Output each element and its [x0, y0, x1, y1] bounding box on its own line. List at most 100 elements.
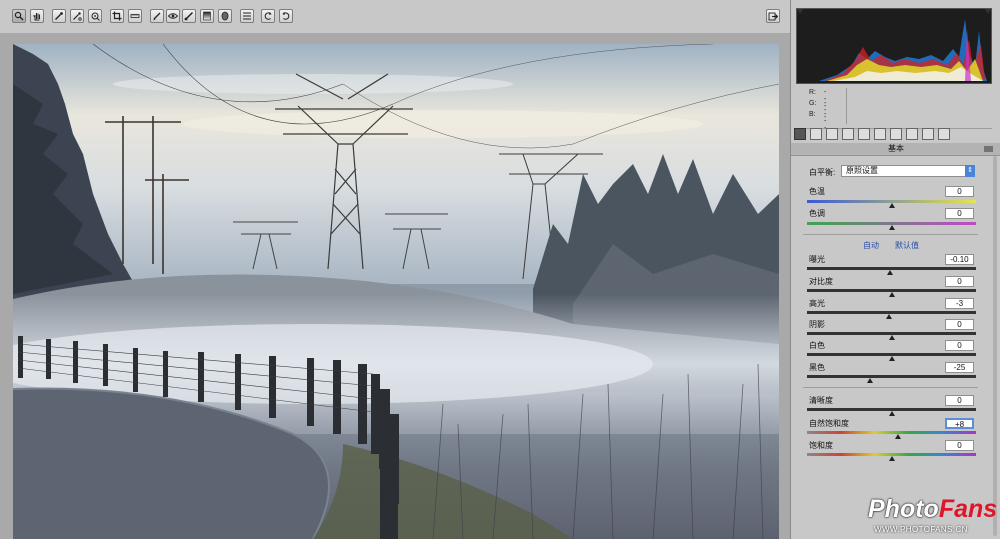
- graduated-filter-tool-button[interactable]: [200, 9, 214, 23]
- r-label: R:: [809, 89, 816, 96]
- rgb-divider: [846, 88, 847, 124]
- saturation-slider-thumb[interactable]: [888, 456, 895, 461]
- whites-value[interactable]: 0: [945, 340, 974, 351]
- shadows-slider-thumb[interactable]: [888, 335, 895, 340]
- panel-tabs: [791, 126, 1000, 144]
- preferences-button[interactable]: [240, 9, 254, 23]
- watermark-logo: PhotoFans: [868, 496, 997, 522]
- brush-icon: [153, 12, 161, 21]
- watermark-url: WWW.PHOTOFANS.CN: [874, 525, 968, 534]
- blacks-slider-thumb[interactable]: [867, 378, 874, 383]
- exposure-value[interactable]: -0.10: [945, 254, 974, 265]
- panel-menu-icon[interactable]: [984, 146, 993, 152]
- clarity-slider-thumb[interactable]: [888, 411, 895, 416]
- tint-slider-thumb[interactable]: [888, 225, 895, 230]
- tab-presets[interactable]: [922, 128, 934, 140]
- default-button[interactable]: 默认值: [895, 240, 919, 251]
- highlights-slider-thumb[interactable]: [885, 314, 892, 319]
- watermark-brand-b: Fans: [938, 495, 998, 523]
- histogram-graph: [797, 9, 991, 81]
- radial-filter-tool-button[interactable]: [218, 9, 232, 23]
- whites-slider-thumb[interactable]: [888, 356, 895, 361]
- preview-image[interactable]: [13, 44, 779, 539]
- hand-icon: [33, 13, 40, 21]
- saturation-value[interactable]: 0: [945, 440, 974, 451]
- rgb-r-row: R: ---: [809, 89, 826, 110]
- blacks-value[interactable]: -25: [945, 362, 974, 373]
- tab-detail[interactable]: [826, 128, 838, 140]
- exposure-label: 曝光: [809, 255, 825, 264]
- adjustment-brush-tool-button[interactable]: [182, 9, 196, 23]
- color-sampler-icon: [73, 12, 82, 21]
- hand-tool-button[interactable]: [30, 9, 44, 23]
- white-balance-select[interactable]: 原照设置 ⇕: [841, 165, 975, 177]
- adjustment-brush-icon: [184, 11, 194, 21]
- rgb-b-row: B:---: [809, 111, 826, 132]
- shadows-value[interactable]: 0: [945, 319, 974, 330]
- straighten-icon: [130, 14, 140, 18]
- vibrance-value[interactable]: +8: [945, 418, 974, 429]
- clarity-value[interactable]: 0: [945, 395, 974, 406]
- targeted-adjustment-tool-button[interactable]: [88, 9, 102, 23]
- magnifier-icon: [14, 11, 24, 21]
- tab-camera-calibration[interactable]: [906, 128, 918, 140]
- temperature-label: 色温: [809, 187, 825, 196]
- tab-tone-curve[interactable]: [810, 128, 822, 140]
- g-label: G:: [809, 100, 817, 107]
- vibrance-slider-thumb[interactable]: [895, 434, 902, 439]
- shadows-label: 阴影: [809, 320, 825, 329]
- right-panel: R:--- G:--- B:--- 基本 白平衡: 原照设置 ⇕ 色温 0 色调…: [790, 0, 1000, 539]
- rgb-g-row: G: ---: [809, 100, 826, 121]
- tint-value[interactable]: 0: [945, 208, 974, 219]
- tab-hsl[interactable]: [842, 128, 854, 140]
- vibrance-label: 自然饱和度: [809, 419, 849, 428]
- temperature-value[interactable]: 0: [945, 186, 974, 197]
- open-in-photoshop-button[interactable]: [766, 9, 780, 23]
- rotate-ccw-button[interactable]: [261, 9, 275, 23]
- crop-icon: [112, 11, 122, 21]
- white-balance-value: 原照设置: [846, 166, 878, 175]
- panel-title: 基本: [791, 143, 1000, 156]
- highlight-clipping-warning-icon[interactable]: [985, 9, 991, 14]
- tint-label: 色调: [809, 209, 825, 218]
- blacks-slider[interactable]: [807, 375, 976, 378]
- histogram: [796, 8, 992, 84]
- temperature-slider-thumb[interactable]: [888, 203, 895, 208]
- zoom-tool-button[interactable]: [12, 9, 26, 23]
- toolbar: [0, 0, 790, 34]
- radial-filter-icon: [221, 11, 229, 21]
- highlights-label: 高光: [809, 299, 825, 308]
- graduated-filter-icon: [203, 11, 211, 21]
- red-eye-icon: [168, 13, 178, 19]
- eyedropper-icon: [55, 12, 63, 20]
- tab-lens-corrections[interactable]: [874, 128, 886, 140]
- list-icon: [243, 12, 251, 20]
- rotate-cw-button[interactable]: [279, 9, 293, 23]
- contrast-slider-thumb[interactable]: [888, 292, 895, 297]
- tab-effects[interactable]: [890, 128, 902, 140]
- color-sampler-tool-button[interactable]: [70, 9, 84, 23]
- shadow-clipping-warning-icon[interactable]: [797, 9, 803, 14]
- tab-split-toning[interactable]: [858, 128, 870, 140]
- straighten-tool-button[interactable]: [128, 9, 142, 23]
- rotate-cw-icon: [282, 12, 290, 20]
- vibrance-slider[interactable]: [807, 431, 976, 434]
- highlights-value[interactable]: -3: [945, 298, 974, 309]
- tab-snapshots[interactable]: [938, 128, 950, 140]
- auto-button[interactable]: 自动: [863, 240, 879, 251]
- white-balance-tool-button[interactable]: [52, 9, 66, 23]
- section-divider: [803, 387, 978, 388]
- clarity-label: 清晰度: [809, 396, 833, 405]
- crop-tool-button[interactable]: [110, 9, 124, 23]
- panel-scrollbar[interactable]: [992, 156, 998, 536]
- red-eye-tool-button[interactable]: [166, 9, 180, 23]
- contrast-value[interactable]: 0: [945, 276, 974, 287]
- watermark-brand-a: Photo: [868, 495, 939, 523]
- exposure-slider-thumb[interactable]: [886, 270, 893, 275]
- spot-removal-tool-button[interactable]: [150, 9, 164, 23]
- foggy-landscape-photo: [13, 44, 779, 539]
- tab-basic[interactable]: [794, 128, 806, 140]
- target-adjust-icon: [91, 12, 100, 21]
- image-canvas[interactable]: [0, 33, 790, 539]
- b-label: B:: [809, 111, 816, 118]
